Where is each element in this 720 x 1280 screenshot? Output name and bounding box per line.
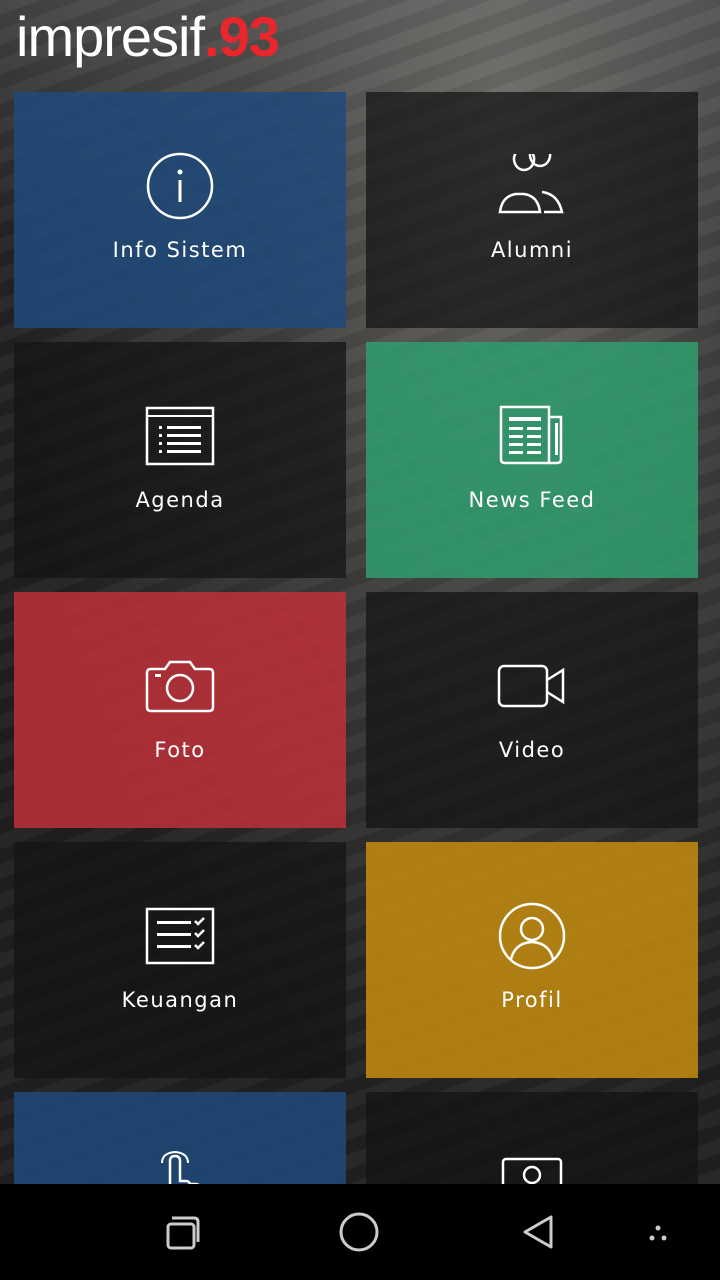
tile-video[interactable]: Video [366,592,698,828]
back-icon[interactable] [509,1202,569,1262]
tile-foto[interactable]: Foto [14,592,346,828]
tile-label: Agenda [135,488,225,512]
video-camera-icon [496,650,568,722]
tile-profil[interactable]: Profil [366,842,698,1078]
app-header: impresif.93 [0,0,720,86]
tile-keuangan[interactable]: Keuangan [14,842,346,1078]
info-icon [144,150,216,222]
tile-label: Keuangan [121,988,239,1012]
app-logo: impresif.93 [16,5,280,68]
recent-apps-icon[interactable] [150,1202,210,1262]
tile-info-sistem[interactable]: Info Sistem [14,92,346,328]
tile-id-card[interactable] [366,1092,698,1184]
tile-label: Info Sistem [112,238,248,262]
tile-label: Alumni [490,238,574,262]
id-card-icon [496,1150,568,1184]
tile-label: Video [498,738,566,762]
tile-label: Foto [154,738,206,762]
menu-grid: Info Sistem Alumni Agenda News Feed Foto… [0,0,720,1184]
tile-agenda[interactable]: Agenda [14,342,346,578]
tile-label: News Feed [468,488,596,512]
tile-touch[interactable] [14,1092,346,1184]
home-icon[interactable] [329,1202,389,1262]
menu-dots-icon[interactable] [628,1202,688,1262]
tap-hand-icon [144,1150,216,1184]
list-icon [144,400,216,472]
tile-alumni[interactable]: Alumni [366,92,698,328]
newspaper-icon [496,400,568,472]
user-circle-icon [496,900,568,972]
system-navigation-bar [0,1184,720,1280]
tile-label: Profil [501,988,563,1012]
camera-icon [144,650,216,722]
checklist-icon [144,900,216,972]
people-icon [496,150,568,222]
tile-news-feed[interactable]: News Feed [366,342,698,578]
